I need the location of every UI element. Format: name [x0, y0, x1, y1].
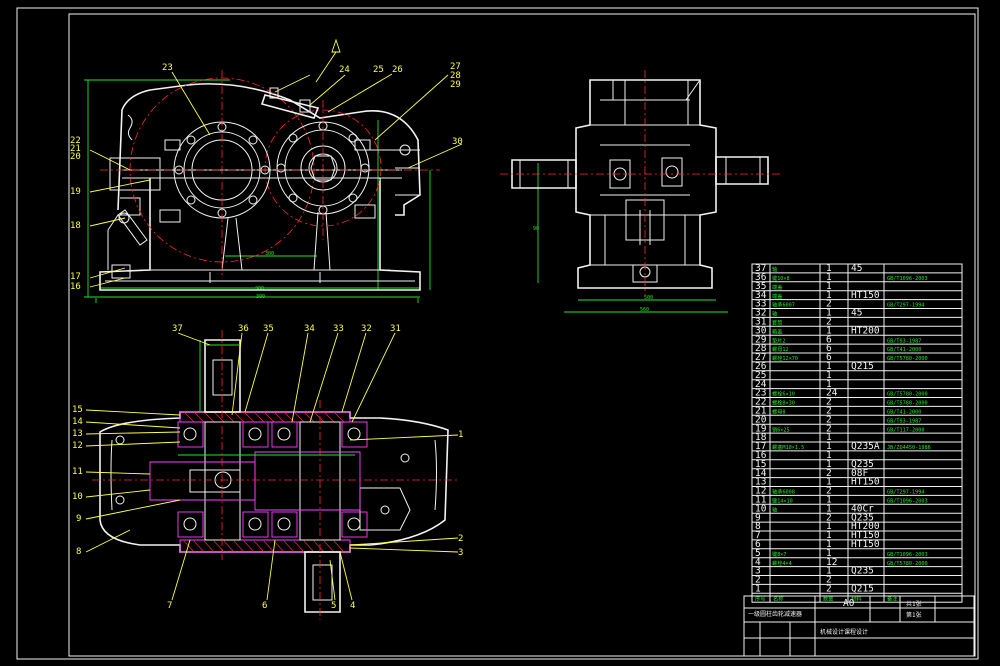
parts-row-name: 键8×7 [772, 550, 787, 558]
front-view: 300 300 300 23 24 25 26 27 28 29 30 22 2… [70, 38, 463, 303]
parts-row-name: 轴承6007 [772, 301, 795, 309]
parts-row-standard: JB/ZQ4450-1986 [887, 445, 931, 451]
parts-row-name: 螺母8 [772, 408, 786, 416]
parts-row-name: 套筒 [772, 319, 782, 327]
parts-row-name: 螺栓12×70 [772, 354, 798, 362]
callout-30: 30 [452, 137, 463, 147]
parts-list: 37 轴 1 4536 键10×8 1 GB/T1096-200335 端盖 134 端盖 1 HT1… [751, 263, 963, 603]
callout-10: 10 [72, 492, 83, 502]
parts-row-name: 螺栓6×10 [772, 390, 795, 398]
parts-row-standard: GB/T117-2000 [887, 427, 924, 433]
parts-row-material: Q215 [851, 361, 874, 372]
parts-row-standard: GB/T5780-2000 [887, 356, 928, 362]
callout-26: 26 [392, 65, 403, 75]
parts-row-name: 轴 [772, 265, 777, 273]
callout-15: 15 [72, 405, 83, 415]
sheet-size: A0 [843, 598, 855, 609]
callout-20: 20 [70, 152, 81, 162]
parts-row-standard: GB/T5780-2000 [887, 392, 928, 398]
parts-row-name: 端盖 [772, 292, 782, 300]
callout-7: 7 [167, 601, 172, 611]
callout-16: 16 [70, 282, 81, 292]
callout-34: 34 [304, 324, 315, 334]
top-view: 37 36 35 34 33 32 31 15 14 13 12 11 10 9… [72, 324, 463, 620]
parts-row-material: HT150 [851, 290, 880, 301]
parts-row-name: 轴承6008 [772, 488, 795, 496]
callout-9: 9 [76, 514, 81, 524]
callout-2: 2 [458, 534, 463, 544]
parts-row-material: HT200 [851, 325, 880, 336]
parts-row-material: 45 [851, 263, 862, 274]
callout-18: 18 [70, 221, 81, 231]
parts-row-material: 45 [851, 308, 862, 319]
callout-11: 11 [72, 467, 83, 477]
parts-row-name: 轴 [772, 505, 777, 513]
callout-8: 8 [76, 547, 81, 557]
callout-5: 5 [331, 601, 336, 611]
parts-row-standard: GB/T297-1994 [887, 490, 924, 496]
callout-35: 35 [263, 324, 274, 334]
parts-row-material: Q235 [851, 566, 874, 577]
callout-14: 14 [72, 417, 83, 427]
parts-row-standard: GB/T297-1994 [887, 303, 924, 309]
parts-row-name: 轴 [772, 310, 777, 318]
parts-row-standard: GB/T41-2000 [887, 410, 921, 416]
callout-23: 23 [162, 63, 173, 73]
title-block: 一级圆柱齿轮减速器 A0 共1张 第1张 机械设计课程设计 [743, 595, 975, 657]
callout-24: 24 [339, 65, 350, 75]
parts-row-name: 垫片2 [772, 336, 786, 344]
parts-row-standard: GB/T1096-2003 [887, 276, 928, 282]
callout-13: 13 [72, 429, 83, 439]
svg-text:90: 90 [533, 226, 539, 232]
callout-3: 3 [458, 548, 463, 558]
parts-row-standard: GB/T93-1987 [887, 418, 921, 424]
parts-row-standard: GB/T5780-2000 [887, 561, 928, 567]
parts-row-name: 端盖 [772, 283, 782, 291]
parts-row-name: 键10×8 [772, 274, 790, 282]
parts-row-material: HT150 [851, 477, 880, 488]
callout-29: 29 [450, 80, 461, 90]
product-name: 一级圆柱齿轮减速器 [748, 610, 802, 618]
parts-row-quantity: 2 [826, 584, 832, 595]
sheet-count: 共1张 [906, 600, 922, 608]
callout-36: 36 [238, 324, 249, 334]
svg-text:560: 560 [640, 307, 649, 313]
parts-row-material: HT150 [851, 539, 880, 550]
parts-row-standard: GB/T5780-2000 [887, 401, 928, 407]
parts-row-name: 键14×10 [772, 497, 793, 505]
parts-row-standard: GB/T41-2000 [887, 347, 921, 353]
parts-row-name: 销6×25 [772, 425, 790, 433]
parts-row-material: Q235A [851, 441, 880, 452]
side-view: 500 560 90 [500, 70, 780, 313]
callout-32: 32 [361, 324, 372, 334]
parts-row-name: 螺栓8×30 [772, 399, 795, 407]
callout-33: 33 [333, 324, 344, 334]
svg-text:300: 300 [256, 294, 265, 300]
parts-row-number: 1 [755, 584, 761, 595]
callout-4: 4 [350, 601, 355, 611]
callout-12: 12 [72, 441, 83, 451]
school-name: 机械设计课程设计 [820, 628, 868, 636]
callout-6: 6 [262, 601, 267, 611]
parts-row-material: Q215 [851, 584, 874, 595]
callout-19: 19 [70, 187, 81, 197]
parts-row-name: 螺母12 [772, 345, 789, 353]
cad-drawing-canvas: 300 300 300 23 24 25 26 27 28 29 30 22 2… [16, 7, 979, 660]
svg-text:300: 300 [265, 251, 274, 257]
svg-text:500: 500 [644, 295, 653, 301]
sheet-no: 第1张 [906, 611, 922, 619]
svg-text:300: 300 [255, 286, 264, 292]
parts-row-name: 箱盖 [772, 327, 782, 335]
callout-37: 37 [172, 324, 183, 334]
callout-25: 25 [373, 65, 384, 75]
bearings-top-view [177, 421, 368, 538]
parts-row-name: 螺栓4×4 [772, 559, 792, 567]
callout-17: 17 [70, 272, 81, 282]
callout-1: 1 [458, 430, 463, 440]
parts-row-standard: GB/T93-1987 [887, 338, 921, 344]
parts-row-name: 螺塞M10×1.5 [772, 443, 804, 451]
parts-row-standard: GB/T1096-2003 [887, 499, 928, 505]
parts-row-standard: GB/T1096-2003 [887, 552, 928, 558]
callout-31: 31 [390, 324, 401, 334]
